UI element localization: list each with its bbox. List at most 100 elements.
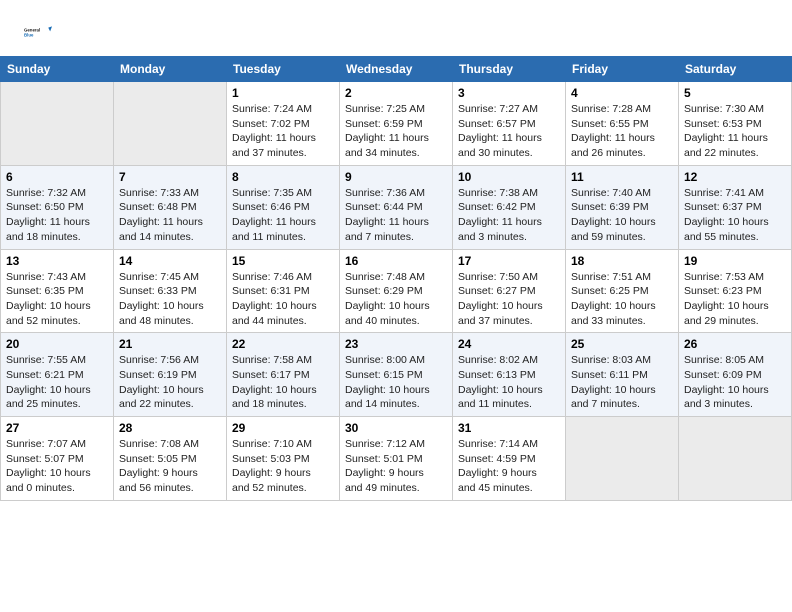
- day-info: Sunrise: 7:38 AMSunset: 6:42 PMDaylight:…: [458, 186, 560, 245]
- weekday-header-thursday: Thursday: [453, 57, 566, 82]
- day-number: 21: [119, 337, 221, 351]
- calendar-cell: 22 Sunrise: 7:58 AMSunset: 6:17 PMDayligh…: [227, 333, 340, 417]
- calendar-cell: 19 Sunrise: 7:53 AMSunset: 6:23 PMDayligh…: [679, 249, 792, 333]
- day-number: 9: [345, 170, 447, 184]
- calendar-cell: 24Sunrise: 8:02 AMSunset: 6:13 PMDayligh…: [453, 333, 566, 417]
- day-info: Sunrise: 7:12 AMSunset: 5:01 PMDaylight:…: [345, 437, 447, 496]
- week-row-2: 6 Sunrise: 7:32 AMSunset: 6:50 PMDaylight…: [1, 165, 792, 249]
- day-info: Sunrise: 7:28 AMSunset: 6:55 PMDaylight:…: [571, 102, 673, 161]
- calendar-cell: 28Sunrise: 7:08 AMSunset: 5:05 PMDayligh…: [114, 417, 227, 501]
- week-row-4: 20Sunrise: 7:55 AMSunset: 6:21 PMDayligh…: [1, 333, 792, 417]
- day-number: 22: [232, 337, 334, 351]
- day-info: Sunrise: 8:02 AMSunset: 6:13 PMDaylight:…: [458, 353, 560, 412]
- week-row-3: 13 Sunrise: 7:43 AMSunset: 6:35 PMDayligh…: [1, 249, 792, 333]
- calendar-cell: 3 Sunrise: 7:27 AMSunset: 6:57 PMDaylight…: [453, 82, 566, 166]
- day-number: 19: [684, 254, 786, 268]
- calendar-cell: 12 Sunrise: 7:41 AMSunset: 6:37 PMDayligh…: [679, 165, 792, 249]
- week-row-5: 27Sunrise: 7:07 AMSunset: 5:07 PMDayligh…: [1, 417, 792, 501]
- day-number: 5: [684, 86, 786, 100]
- day-info: Sunrise: 7:41 AMSunset: 6:37 PMDaylight:…: [684, 186, 786, 245]
- day-info: Sunrise: 7:30 AMSunset: 6:53 PMDaylight:…: [684, 102, 786, 161]
- svg-text:Blue: Blue: [24, 32, 34, 37]
- day-number: 25: [571, 337, 673, 351]
- day-info: Sunrise: 8:00 AMSunset: 6:15 PMDaylight:…: [345, 353, 447, 412]
- logo-icon: General Blue: [24, 18, 52, 46]
- day-info: Sunrise: 7:14 AMSunset: 4:59 PMDaylight:…: [458, 437, 560, 496]
- weekday-header-friday: Friday: [566, 57, 679, 82]
- day-number: 17: [458, 254, 560, 268]
- svg-text:General: General: [24, 27, 40, 32]
- day-info: Sunrise: 7:56 AMSunset: 6:19 PMDaylight:…: [119, 353, 221, 412]
- day-number: 6: [6, 170, 108, 184]
- day-info: Sunrise: 7:08 AMSunset: 5:05 PMDaylight:…: [119, 437, 221, 496]
- calendar-cell: 17 Sunrise: 7:50 AMSunset: 6:27 PMDayligh…: [453, 249, 566, 333]
- day-info: Sunrise: 7:50 AMSunset: 6:27 PMDaylight:…: [458, 270, 560, 329]
- calendar-cell: 20Sunrise: 7:55 AMSunset: 6:21 PMDayligh…: [1, 333, 114, 417]
- day-number: 3: [458, 86, 560, 100]
- day-info: Sunrise: 7:46 AMSunset: 6:31 PMDaylight:…: [232, 270, 334, 329]
- weekday-header-saturday: Saturday: [679, 57, 792, 82]
- day-number: 13: [6, 254, 108, 268]
- calendar-cell: 31 Sunrise: 7:14 AMSunset: 4:59 PMDayligh…: [453, 417, 566, 501]
- weekday-header-row: SundayMondayTuesdayWednesdayThursdayFrid…: [1, 57, 792, 82]
- day-info: Sunrise: 7:48 AMSunset: 6:29 PMDaylight:…: [345, 270, 447, 329]
- day-number: 29: [232, 421, 334, 435]
- calendar-cell: 13 Sunrise: 7:43 AMSunset: 6:35 PMDayligh…: [1, 249, 114, 333]
- calendar-cell: 14Sunrise: 7:45 AMSunset: 6:33 PMDayligh…: [114, 249, 227, 333]
- day-info: Sunrise: 7:33 AMSunset: 6:48 PMDaylight:…: [119, 186, 221, 245]
- calendar-cell: 10 Sunrise: 7:38 AMSunset: 6:42 PMDayligh…: [453, 165, 566, 249]
- calendar-cell: [114, 82, 227, 166]
- day-number: 31: [458, 421, 560, 435]
- day-number: 26: [684, 337, 786, 351]
- calendar-cell: [1, 82, 114, 166]
- day-info: Sunrise: 7:25 AMSunset: 6:59 PMDaylight:…: [345, 102, 447, 161]
- day-number: 12: [684, 170, 786, 184]
- calendar-cell: 6 Sunrise: 7:32 AMSunset: 6:50 PMDaylight…: [1, 165, 114, 249]
- day-info: Sunrise: 7:55 AMSunset: 6:21 PMDaylight:…: [6, 353, 108, 412]
- day-info: Sunrise: 7:43 AMSunset: 6:35 PMDaylight:…: [6, 270, 108, 329]
- calendar-cell: [566, 417, 679, 501]
- day-info: Sunrise: 7:32 AMSunset: 6:50 PMDaylight:…: [6, 186, 108, 245]
- calendar-cell: 27Sunrise: 7:07 AMSunset: 5:07 PMDayligh…: [1, 417, 114, 501]
- day-info: Sunrise: 7:58 AMSunset: 6:17 PMDaylight:…: [232, 353, 334, 412]
- calendar-cell: 9Sunrise: 7:36 AMSunset: 6:44 PMDaylight…: [340, 165, 453, 249]
- day-number: 15: [232, 254, 334, 268]
- calendar-cell: 25 Sunrise: 8:03 AMSunset: 6:11 PMDayligh…: [566, 333, 679, 417]
- calendar-cell: 11 Sunrise: 7:40 AMSunset: 6:39 PMDayligh…: [566, 165, 679, 249]
- day-info: Sunrise: 8:03 AMSunset: 6:11 PMDaylight:…: [571, 353, 673, 412]
- day-info: Sunrise: 8:05 AMSunset: 6:09 PMDaylight:…: [684, 353, 786, 412]
- calendar-cell: 4Sunrise: 7:28 AMSunset: 6:55 PMDaylight…: [566, 82, 679, 166]
- calendar-cell: 21 Sunrise: 7:56 AMSunset: 6:19 PMDayligh…: [114, 333, 227, 417]
- day-number: 27: [6, 421, 108, 435]
- calendar-cell: 15 Sunrise: 7:46 AMSunset: 6:31 PMDayligh…: [227, 249, 340, 333]
- day-number: 30: [345, 421, 447, 435]
- calendar-cell: 16 Sunrise: 7:48 AMSunset: 6:29 PMDayligh…: [340, 249, 453, 333]
- calendar-cell: 2Sunrise: 7:25 AMSunset: 6:59 PMDaylight…: [340, 82, 453, 166]
- day-number: 10: [458, 170, 560, 184]
- week-row-1: 1 Sunrise: 7:24 AMSunset: 7:02 PMDaylight…: [1, 82, 792, 166]
- calendar-cell: [679, 417, 792, 501]
- calendar-cell: 18Sunrise: 7:51 AMSunset: 6:25 PMDayligh…: [566, 249, 679, 333]
- calendar-cell: 8 Sunrise: 7:35 AMSunset: 6:46 PMDaylight…: [227, 165, 340, 249]
- calendar-table: SundayMondayTuesdayWednesdayThursdayFrid…: [0, 56, 792, 501]
- calendar-cell: 30 Sunrise: 7:12 AMSunset: 5:01 PMDayligh…: [340, 417, 453, 501]
- day-info: Sunrise: 7:10 AMSunset: 5:03 PMDaylight:…: [232, 437, 334, 496]
- weekday-header-sunday: Sunday: [1, 57, 114, 82]
- calendar-cell: 7Sunrise: 7:33 AMSunset: 6:48 PMDaylight…: [114, 165, 227, 249]
- day-number: 8: [232, 170, 334, 184]
- day-number: 11: [571, 170, 673, 184]
- day-info: Sunrise: 7:53 AMSunset: 6:23 PMDaylight:…: [684, 270, 786, 329]
- day-number: 1: [232, 86, 334, 100]
- calendar-cell: 5 Sunrise: 7:30 AMSunset: 6:53 PMDaylight…: [679, 82, 792, 166]
- calendar-cell: 26 Sunrise: 8:05 AMSunset: 6:09 PMDayligh…: [679, 333, 792, 417]
- day-info: Sunrise: 7:27 AMSunset: 6:57 PMDaylight:…: [458, 102, 560, 161]
- day-info: Sunrise: 7:51 AMSunset: 6:25 PMDaylight:…: [571, 270, 673, 329]
- day-info: Sunrise: 7:35 AMSunset: 6:46 PMDaylight:…: [232, 186, 334, 245]
- weekday-header-wednesday: Wednesday: [340, 57, 453, 82]
- weekday-header-monday: Monday: [114, 57, 227, 82]
- calendar-cell: 29 Sunrise: 7:10 AMSunset: 5:03 PMDayligh…: [227, 417, 340, 501]
- day-info: Sunrise: 7:40 AMSunset: 6:39 PMDaylight:…: [571, 186, 673, 245]
- day-number: 16: [345, 254, 447, 268]
- day-info: Sunrise: 7:24 AMSunset: 7:02 PMDaylight:…: [232, 102, 334, 161]
- day-number: 23: [345, 337, 447, 351]
